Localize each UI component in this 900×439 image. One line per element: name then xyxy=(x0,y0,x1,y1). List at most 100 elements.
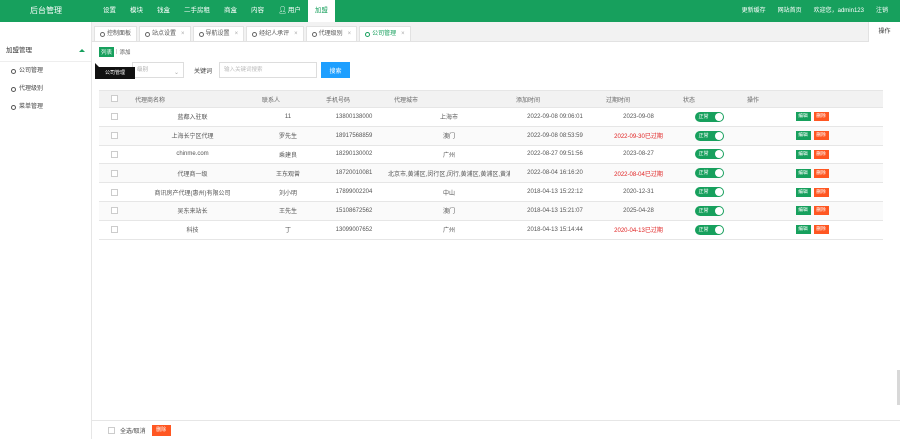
agent-table: 代理商名称 联系人 手机号码 代理城市 添加时间 过期时间 状态 操作 蓝都入驻… xyxy=(99,90,883,240)
close-icon[interactable]: × xyxy=(235,27,239,42)
edit-button[interactable]: 编辑 xyxy=(795,149,811,159)
level-select-value: 级别 xyxy=(137,67,149,73)
cell-contact: 11 xyxy=(256,107,320,127)
cell-expire: 2023-09-08 xyxy=(600,107,677,127)
row-checkbox[interactable] xyxy=(110,150,118,158)
chevron-down-icon: ⌄ xyxy=(173,70,179,76)
cell-phone: 13800138000 xyxy=(320,107,388,127)
sidebar-item-label: 菜单管理 xyxy=(19,104,44,110)
nav-item-franchise[interactable]: 加盟 xyxy=(307,0,335,22)
status-toggle[interactable]: 正常 xyxy=(694,149,724,160)
status-toggle[interactable]: 正常 xyxy=(694,224,724,235)
edit-button[interactable]: 编辑 xyxy=(795,225,811,235)
status-toggle[interactable]: 正常 xyxy=(694,111,724,122)
edit-button[interactable]: 编辑 xyxy=(795,206,811,216)
table-row: 上海长宁区代理 罗先生 18917568859 澳门 2022-09-08 08:53:… xyxy=(99,126,883,146)
cell-city: 中山 xyxy=(388,182,510,202)
nav-item-business[interactable]: 商盒 xyxy=(217,0,244,22)
status-toggle[interactable]: 正常 xyxy=(694,130,724,141)
tab-label: 站点设置 xyxy=(152,30,177,37)
status-toggle[interactable]: 正常 xyxy=(694,168,724,179)
delete-button[interactable]: 删除 xyxy=(813,131,829,141)
cell-contact: 罗先生 xyxy=(256,126,320,146)
tab-item[interactable]: 经纪人承评 × xyxy=(246,26,304,42)
delete-button[interactable]: 删除 xyxy=(813,225,829,235)
breadcrumb-add[interactable]: 添加 xyxy=(119,48,130,56)
cell-phone: 18720010081 xyxy=(320,163,388,184)
header-select-all[interactable] xyxy=(99,90,129,108)
edit-button[interactable]: 编辑 xyxy=(795,131,811,141)
sidebar-group-franchise[interactable]: 加盟管理 xyxy=(0,40,91,62)
top-right-links: 更新缓存 网站首页 欢迎您，admin123 注销 xyxy=(736,0,894,22)
cell-status: 正常 xyxy=(677,201,741,221)
tab-item[interactable]: 导航设置 × xyxy=(192,26,245,42)
delete-button[interactable]: 删除 xyxy=(813,187,829,197)
tab-item[interactable]: 站点设置 × xyxy=(139,26,191,42)
cell-name: 吴东来站长 xyxy=(129,201,256,221)
clear-cache-link[interactable]: 更新缓存 xyxy=(736,0,772,22)
keyword-label: 关键词 xyxy=(194,68,213,75)
tab-item[interactable]: 公司管理 × xyxy=(359,26,411,42)
sidebar-item-agent-level[interactable]: 代理级别 xyxy=(0,80,91,98)
tab-label: 代理级别 xyxy=(318,30,343,37)
nav-item-users[interactable]: 👤︎用户 xyxy=(271,0,308,22)
select-all-label[interactable]: 全选/取消 xyxy=(120,426,146,435)
nav-item-settings[interactable]: 设置 xyxy=(96,0,123,22)
status-toggle[interactable]: 正常 xyxy=(694,187,724,198)
edit-button[interactable]: 编辑 xyxy=(795,187,811,197)
cell-city: 广州 xyxy=(388,220,510,240)
sidebar: 加盟管理 公司管理 代理级别 菜单管理 xyxy=(0,22,92,439)
batch-delete-button[interactable]: 删除 xyxy=(151,424,171,436)
level-select[interactable]: 级别 ⌄ xyxy=(132,62,184,78)
tooltip: 公司管理 xyxy=(95,63,135,79)
select-all-checkbox[interactable] xyxy=(108,426,115,434)
cell-select xyxy=(99,201,129,221)
cell-name: chinme.com xyxy=(129,145,256,165)
row-checkbox[interactable] xyxy=(110,207,118,215)
table-row: 代理商一级 王东观曾 18720010081 北京市,黄浦区,闵行区,闵行,黄浦区,黄… xyxy=(99,163,883,184)
circle-icon xyxy=(311,31,317,37)
checkbox[interactable] xyxy=(110,95,118,103)
close-icon[interactable]: × xyxy=(401,27,405,42)
row-checkbox[interactable] xyxy=(110,188,118,196)
edit-button[interactable]: 编辑 xyxy=(795,168,811,178)
circle-icon xyxy=(198,31,204,37)
row-checkbox[interactable] xyxy=(110,132,118,140)
row-checkbox[interactable] xyxy=(110,226,118,234)
row-checkbox[interactable] xyxy=(110,169,118,177)
edit-button[interactable]: 编辑 xyxy=(795,112,811,122)
delete-button[interactable]: 删除 xyxy=(813,112,829,122)
nav-item-content[interactable]: 内容 xyxy=(244,0,271,22)
close-icon[interactable]: × xyxy=(348,27,352,42)
close-icon[interactable]: × xyxy=(181,27,185,42)
search-button[interactable]: 搜索 xyxy=(321,62,351,78)
table-row: chinme.com 乘建良 18290130002 广州 2022-08-27 09:… xyxy=(99,145,883,165)
delete-button[interactable]: 删除 xyxy=(813,168,829,178)
cell-status: 正常 xyxy=(677,145,741,165)
cell-city: 澳门 xyxy=(388,201,510,221)
tab-item[interactable]: 控制面板 xyxy=(94,26,138,42)
cell-contact: 王东观曾 xyxy=(256,163,320,184)
keyword-input[interactable] xyxy=(219,62,318,78)
row-checkbox[interactable] xyxy=(110,113,118,121)
sidebar-item-menu[interactable]: 菜单管理 xyxy=(0,98,91,116)
logout-link[interactable]: 注销 xyxy=(870,0,894,22)
nav-item-users-label: 用户 xyxy=(287,7,301,14)
nav-item-modules[interactable]: 模块 xyxy=(123,0,150,22)
sidebar-item-company[interactable]: 公司管理 xyxy=(0,62,91,80)
site-home-link[interactable]: 网站首页 xyxy=(772,0,808,22)
cell-name: 商讯房产代理(惠州)有限公司 xyxy=(129,182,256,202)
nav-item-secondhand[interactable]: 二手房租 xyxy=(177,0,217,22)
cell-contact: 乘建良 xyxy=(256,145,320,165)
tab-ops-button[interactable]: 操作 xyxy=(868,22,900,42)
delete-button[interactable]: 删除 xyxy=(813,149,829,159)
tab-item[interactable]: 代理级别 × xyxy=(305,26,358,42)
welcome-user[interactable]: 欢迎您，admin123 xyxy=(808,0,870,22)
tab-label: 导航设置 xyxy=(205,30,230,37)
cell-added: 2018-04-13 15:21:07 xyxy=(510,201,600,221)
delete-button[interactable]: 删除 xyxy=(813,206,829,216)
status-toggle[interactable]: 正常 xyxy=(694,205,724,216)
nav-item-wallet[interactable]: 钱盒 xyxy=(150,0,177,22)
breadcrumb-current[interactable]: 列表 xyxy=(99,47,115,57)
close-icon[interactable]: × xyxy=(294,27,298,42)
